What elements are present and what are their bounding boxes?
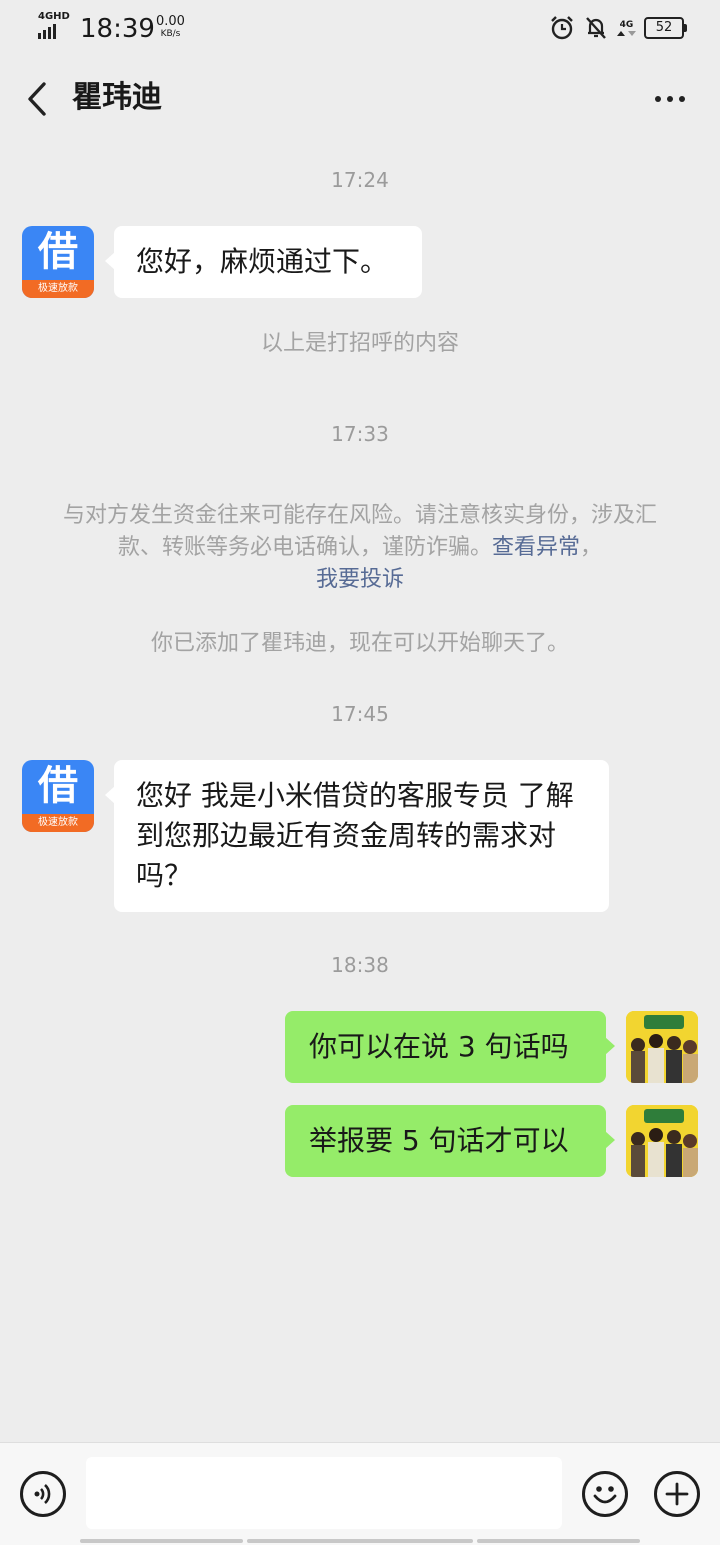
mute-bell-icon xyxy=(586,17,606,39)
avatar-glyph: 借 xyxy=(38,763,78,809)
plus-icon[interactable] xyxy=(654,1471,700,1517)
signal-indicator: 4GHD xyxy=(38,12,70,39)
avatar-tag: 极速放款 xyxy=(22,280,94,298)
security-warning: 与对方发生资金往来可能存在风险。请注意核实身份，涉及汇款、转账等务必电话确认，谨… xyxy=(56,500,664,596)
incoming-message[interactable]: 您好，麻烦通过下。 xyxy=(105,226,422,298)
warning-separator: ， xyxy=(580,535,603,560)
timestamp: 18:38 xyxy=(331,953,389,977)
mobile-data-label: 4G xyxy=(619,19,634,30)
network-speed-unit: KB/s xyxy=(160,29,181,39)
battery-icon: 52 xyxy=(644,17,687,39)
keyboard-hint-bar xyxy=(80,1539,243,1543)
signal-icon xyxy=(38,24,70,39)
status-icons: 4G 52 xyxy=(549,15,687,41)
outgoing-message[interactable]: 你可以在说 3 句话吗 xyxy=(285,1011,615,1083)
contact-avatar[interactable]: 借 极速放款 xyxy=(22,760,94,832)
contact-avatar[interactable]: 借 极速放款 xyxy=(22,226,94,298)
incoming-message[interactable]: 您好 我是小米借贷的客服专员 了解到您那边最近有资金周转的需求对吗？ xyxy=(105,760,609,912)
system-note: 以上是打招呼的内容 xyxy=(260,331,459,356)
back-arrow-icon[interactable] xyxy=(20,76,60,122)
input-bar xyxy=(0,1442,720,1545)
more-dots-icon[interactable] xyxy=(650,82,690,116)
user-avatar[interactable] xyxy=(626,1011,698,1083)
voice-icon[interactable] xyxy=(20,1471,66,1517)
timestamp: 17:45 xyxy=(331,702,389,726)
avatar-glyph: 借 xyxy=(38,229,78,275)
status-time: 18:39 xyxy=(80,14,155,44)
system-note: 你已添加了瞿玮迪，现在可以开始聊天了。 xyxy=(150,631,569,656)
keyboard-hint-bar xyxy=(247,1539,473,1543)
network-speed-value: 0.00 xyxy=(156,14,185,29)
report-link[interactable]: 我要投诉 xyxy=(316,567,404,592)
user-avatar-image xyxy=(626,1105,698,1177)
page-title: 瞿玮迪 xyxy=(72,80,162,115)
mobile-data-indicator: 4G xyxy=(617,19,636,36)
alarm-icon xyxy=(551,16,573,40)
chat-header: 瞿玮迪 xyxy=(0,56,720,142)
emoji-icon[interactable] xyxy=(582,1471,628,1517)
status-bar: 4GHD 18:39 0.00 KB/s 4G 52 xyxy=(0,0,720,56)
outgoing-message[interactable]: 举报要 5 句话才可以 xyxy=(285,1105,615,1177)
network-speed: 0.00 KB/s xyxy=(156,15,185,41)
network-type-label: 4GHD xyxy=(38,11,70,22)
timestamp: 17:24 xyxy=(331,168,389,192)
keyboard-hint-bar xyxy=(477,1539,640,1543)
view-abnormal-link[interactable]: 查看异常 xyxy=(492,535,580,560)
user-avatar[interactable] xyxy=(626,1105,698,1177)
avatar-tag: 极速放款 xyxy=(22,814,94,832)
timestamp: 17:33 xyxy=(331,422,389,446)
user-avatar-image xyxy=(626,1011,698,1083)
message-input[interactable] xyxy=(86,1457,562,1529)
